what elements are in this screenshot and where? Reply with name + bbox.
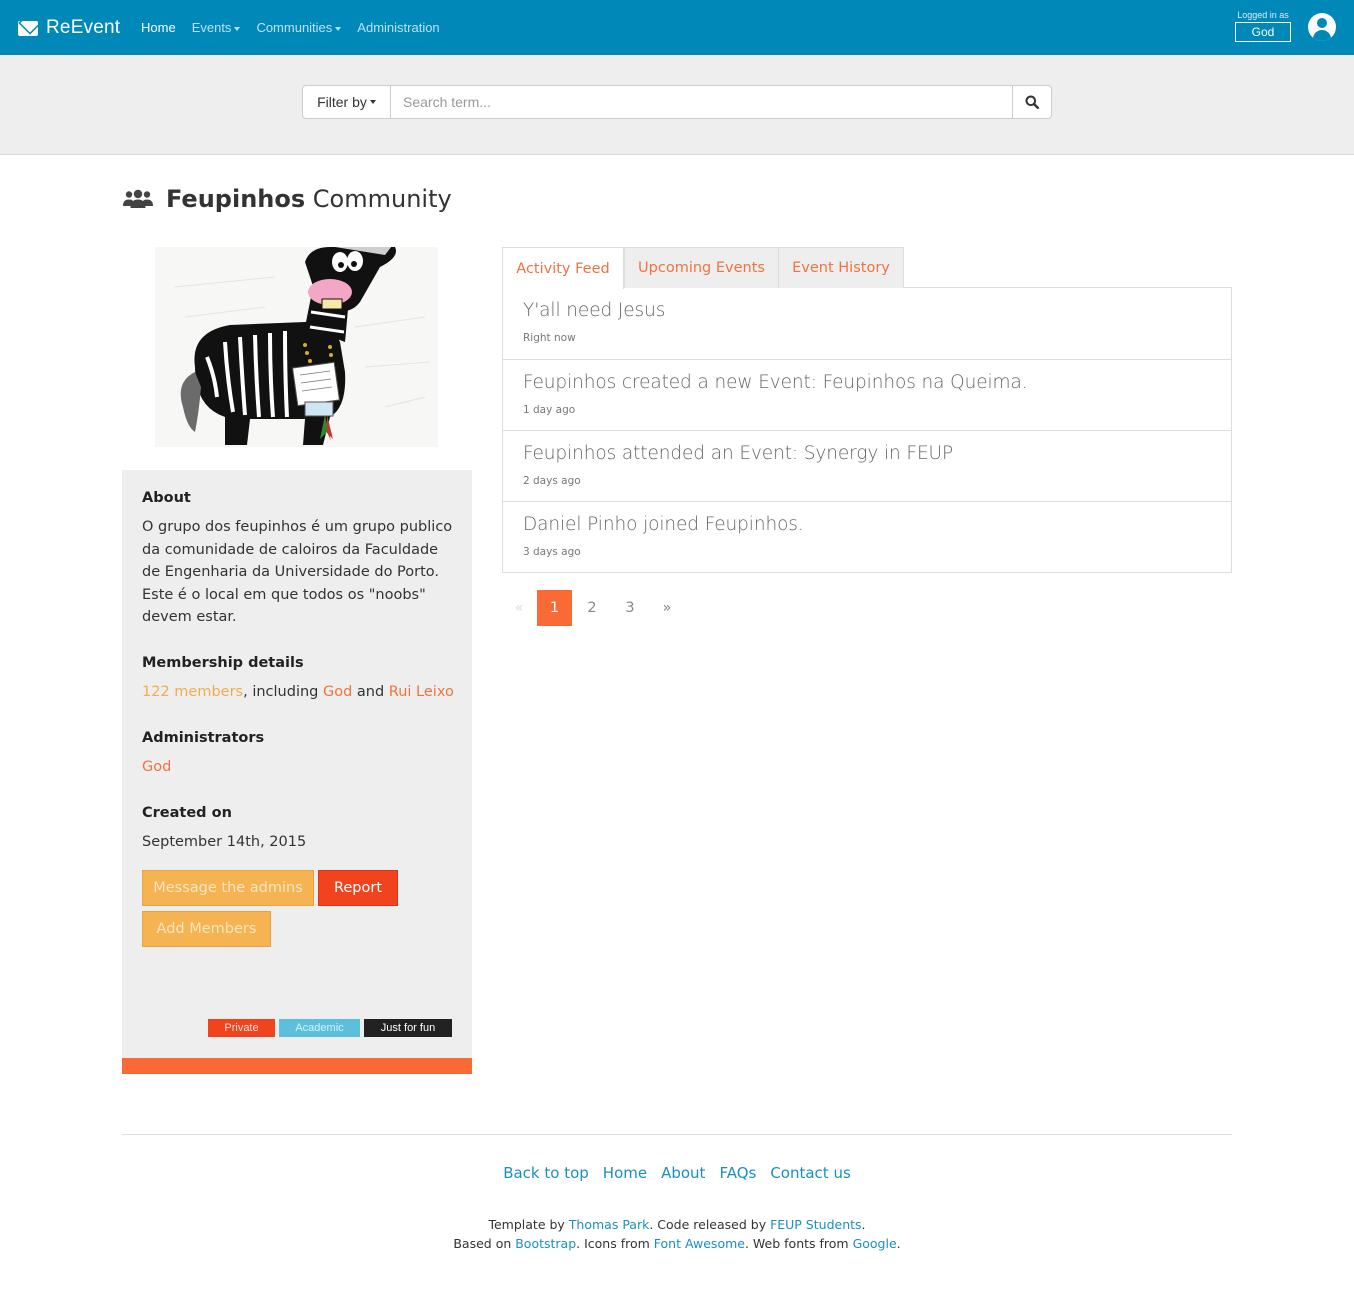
info-panel-accent-bar: [122, 1058, 472, 1074]
filter-by-label: Filter by: [317, 94, 367, 110]
nav-events-label: Events: [191, 20, 232, 35]
community-suffix: Community: [312, 185, 452, 213]
footer-font-awesome-link[interactable]: Font Awesome: [654, 1236, 745, 1251]
navbar: ReEvent Home Events Communities Administ…: [0, 0, 1354, 55]
avatar-body: [1313, 30, 1331, 41]
footer-thomas-park-link[interactable]: Thomas Park: [569, 1217, 650, 1232]
including-text: , including: [243, 684, 323, 700]
nav-communities-dropdown[interactable]: Communities: [256, 20, 342, 35]
tag-academic[interactable]: Academic: [279, 1019, 360, 1037]
footer-back-to-top[interactable]: Back to top: [503, 1164, 589, 1182]
feed-item-time: Right now: [523, 332, 576, 344]
search-icon: [1025, 95, 1039, 109]
username-button[interactable]: God: [1235, 22, 1291, 42]
feed-item[interactable]: Feupinhos created a new Event: Feupinhos…: [503, 359, 1231, 430]
community-info-panel: About O grupo dos feupinhos é um grupo p…: [122, 470, 472, 1058]
footer-home[interactable]: Home: [603, 1164, 647, 1182]
membership-heading: Membership details: [142, 655, 304, 671]
created-heading: Created on: [142, 805, 232, 821]
brand-link[interactable]: ReEvent: [18, 14, 120, 42]
nav-home[interactable]: Home: [141, 20, 176, 35]
tab-event-history[interactable]: Event History: [778, 247, 904, 288]
search-button[interactable]: [1012, 85, 1052, 119]
footer-template-by: Template by: [488, 1217, 569, 1232]
feed-item[interactable]: Feupinhos attended an Event: Synergy in …: [503, 430, 1231, 501]
tag-private[interactable]: Private: [208, 1019, 275, 1037]
created-date: September 14th, 2015: [142, 834, 307, 850]
brand-name: ReEvent: [46, 17, 121, 38]
nav-links: Home Events Communities Administration: [141, 0, 440, 55]
admin-link-god[interactable]: God: [142, 759, 171, 775]
activity-feed: Y'all need Jesus Right now Feupinhos cre…: [502, 288, 1232, 573]
user-circle-icon[interactable]: [1308, 13, 1336, 41]
community-name: Feupinhos: [166, 185, 306, 213]
feed-item-time: 1 day ago: [523, 404, 576, 416]
envelope-icon: [18, 20, 38, 36]
feed-item-title: Feupinhos attended an Event: Synergy in …: [523, 443, 954, 464]
page-title: Feupinhos Community: [166, 185, 452, 213]
avatar-head: [1317, 18, 1327, 28]
footer-feup-students-link[interactable]: FEUP Students: [770, 1217, 861, 1232]
message-admins-button[interactable]: Message the admins: [142, 870, 314, 906]
footer-divider: [122, 1134, 1232, 1135]
community-tabs: Activity Feed Upcoming Events Event Hist…: [502, 247, 1232, 289]
search-band: Filter by: [0, 55, 1354, 155]
search-input[interactable]: [391, 85, 1012, 119]
footer-web-fonts: . Web fonts from: [744, 1236, 853, 1251]
filter-by-dropdown[interactable]: Filter by: [302, 85, 391, 119]
nav-events-dropdown[interactable]: Events: [192, 20, 241, 35]
members-count-link[interactable]: 122 members: [142, 684, 243, 700]
pagination: « 1 2 3 »: [502, 590, 686, 626]
feed-item-time: 3 days ago: [523, 546, 581, 558]
feed-item[interactable]: Y'all need Jesus Right now: [503, 288, 1231, 359]
footer-end: .: [896, 1236, 901, 1251]
feed-item-title: Y'all need Jesus: [523, 300, 666, 321]
footer-links: Back to top Home About FAQs Contact us: [0, 1164, 1354, 1182]
pagination-prev[interactable]: «: [514, 590, 524, 626]
tab-upcoming-events[interactable]: Upcoming Events: [624, 247, 779, 288]
pagination-next[interactable]: »: [648, 590, 686, 626]
membership-text: 122 members, including God and Rui Leixo: [142, 681, 454, 704]
feed-item-title: Daniel Pinho joined Feupinhos.: [523, 514, 804, 535]
footer-icons-from: . Icons from: [576, 1236, 654, 1251]
member-link-rui-leixo[interactable]: Rui Leixo: [389, 684, 454, 700]
footer-google-link[interactable]: Google: [853, 1236, 897, 1251]
caret-down-icon: [234, 26, 241, 31]
users-icon: [123, 189, 153, 208]
pagination-page-1[interactable]: 1: [537, 590, 572, 626]
footer-about[interactable]: About: [661, 1164, 705, 1182]
footer-code-released: . Code released by: [649, 1217, 771, 1232]
administrators-heading: Administrators: [142, 730, 265, 746]
report-button[interactable]: Report: [318, 870, 398, 906]
tag-just-for-fun[interactable]: Just for fun: [364, 1019, 452, 1037]
footer-based-on: Based on: [453, 1236, 516, 1251]
feed-item[interactable]: Daniel Pinho joined Feupinhos. 3 days ag…: [503, 501, 1231, 572]
search-group: Filter by: [302, 85, 1052, 119]
page-header: Feupinhos Community: [122, 183, 452, 215]
add-members-button[interactable]: Add Members: [142, 911, 271, 947]
footer-period: .: [861, 1217, 866, 1232]
feed-item-time: 2 days ago: [523, 475, 581, 487]
about-text: O grupo dos feupinhos é um grupo publico…: [142, 519, 453, 625]
footer-credits-line-2: Based on Bootstrap. Icons from Font Awes…: [0, 1236, 1354, 1251]
footer-faqs[interactable]: FAQs: [719, 1164, 756, 1182]
footer-credits-line-1: Template by Thomas Park. Code released b…: [0, 1217, 1354, 1232]
tab-activity-feed[interactable]: Activity Feed: [502, 247, 624, 289]
feed-item-title: Feupinhos created a new Event: Feupinhos…: [523, 372, 1028, 393]
community-image: [155, 247, 438, 447]
member-link-god[interactable]: God: [323, 684, 352, 700]
administrators-list: God: [142, 756, 454, 779]
nav-administration[interactable]: Administration: [357, 20, 439, 35]
about-heading: About: [142, 490, 191, 506]
footer-contact-us[interactable]: Contact us: [770, 1164, 850, 1182]
pagination-page-3[interactable]: 3: [612, 590, 648, 626]
logged-in-box: Logged in as God: [1235, 10, 1291, 42]
pagination-page-2[interactable]: 2: [572, 590, 612, 626]
footer-bootstrap-link[interactable]: Bootstrap: [515, 1236, 576, 1251]
caret-down-icon: [369, 100, 376, 104]
nav-communities-label: Communities: [256, 20, 333, 35]
and-text: and: [352, 684, 389, 700]
logged-in-label: Logged in as: [1237, 10, 1289, 20]
caret-down-icon: [335, 26, 342, 31]
